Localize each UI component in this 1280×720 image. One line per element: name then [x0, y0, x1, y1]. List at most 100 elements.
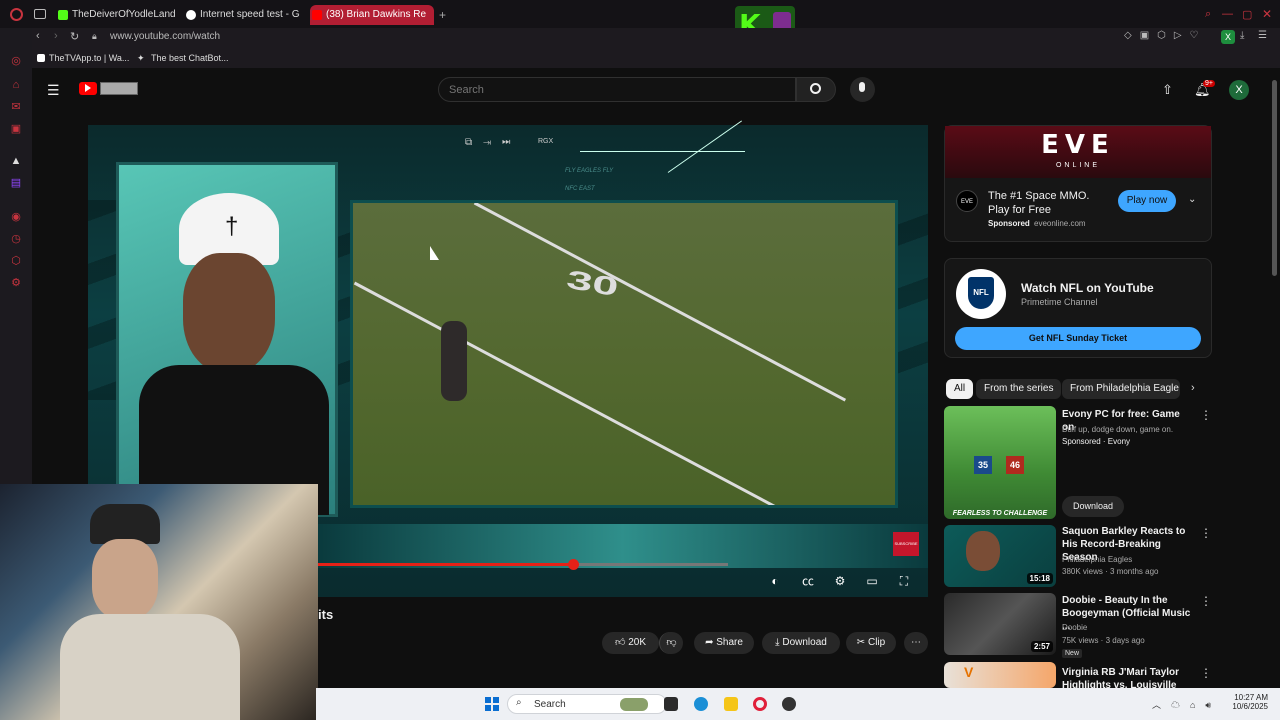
clock-time: 10:27 AM	[1234, 693, 1268, 702]
share-label: Share	[716, 637, 743, 648]
player-icon[interactable]: ◉	[9, 210, 23, 224]
channel-logo-badge	[100, 82, 138, 95]
messenger-icon[interactable]: ✉	[9, 100, 23, 114]
search-button[interactable]	[796, 77, 836, 102]
history-icon[interactable]: ◷	[9, 232, 23, 246]
more-actions-button[interactable]: ⋯	[904, 632, 928, 654]
field-number: 30	[564, 263, 621, 303]
search-box[interactable]	[438, 77, 796, 102]
tab-label: TheDeiverOfYodleLand V	[72, 9, 176, 20]
taskbar-clock[interactable]: 10:27 AM 10/6/2025	[1232, 693, 1268, 711]
tab-speedtest[interactable]: Internet speed test - Goo	[184, 5, 300, 25]
eve-ad-headline[interactable]: The #1 Space MMO. Play for Free	[988, 189, 1112, 217]
download-button[interactable]: ⤓ Download	[762, 632, 840, 654]
download-arrow-icon: ⤓	[775, 637, 780, 648]
task-view-icon[interactable]	[664, 697, 678, 711]
overlay-text-2: NFC EAST	[565, 186, 595, 192]
taskbar-search-icon: ⌕	[516, 697, 522, 708]
more-options-icon[interactable]: ⋮	[1200, 408, 1212, 422]
fullscreen-icon[interactable]: ⛶	[896, 574, 912, 588]
youtube-logo-icon[interactable]	[79, 82, 97, 95]
edge-icon[interactable]	[694, 697, 708, 711]
search-tabs-icon[interactable]: ⌕	[1205, 8, 1211, 21]
play-now-button[interactable]: Play now	[1118, 190, 1176, 212]
streamer-webcam-overlay	[0, 484, 318, 720]
recommendation-thumbnail[interactable]: V	[944, 662, 1056, 688]
thumb-number-badge: 35	[974, 456, 992, 474]
get-nfl-sunday-ticket-button[interactable]: Get NFL Sunday Ticket	[955, 327, 1201, 350]
notification-count-badge: 9+	[1203, 80, 1215, 87]
settings-icon[interactable]: ⚙	[9, 276, 23, 290]
recommendation-download-button[interactable]: Download	[1062, 496, 1124, 517]
reload-icon[interactable]: ↻	[70, 30, 79, 43]
extensions-icon[interactable]: ⬡	[9, 254, 23, 268]
taskbar-search[interactable]: ⌕ Search	[507, 694, 667, 714]
file-explorer-icon[interactable]	[724, 697, 738, 711]
dislike-button[interactable]: 👎︎	[659, 632, 683, 654]
windows-start-icon[interactable]	[485, 697, 499, 711]
twitch-icon[interactable]: ▤	[9, 176, 23, 190]
streamer-cap	[90, 504, 160, 544]
new-tab-icon[interactable]: +	[439, 8, 446, 22]
system-tray-icons[interactable]: ︿☁⌂🔊︎	[1152, 698, 1221, 711]
eve-ad-domain: eveonline.com	[1034, 219, 1086, 228]
tab-overview-icon[interactable]	[34, 9, 46, 19]
url-field[interactable]: www.youtube.com/watch	[110, 31, 220, 42]
recommendation-thumbnail[interactable]: 15:18	[944, 525, 1056, 587]
chip-from-the-series[interactable]: From the series	[976, 379, 1062, 399]
address-bar-actions[interactable]: ◇▣⬡▷♡	[1124, 30, 1207, 41]
maximize-icon[interactable]: ▢	[1242, 8, 1252, 21]
share-button[interactable]: ➦ Share	[694, 632, 754, 654]
profile-avatar-icon[interactable]: X	[1221, 30, 1235, 44]
obs-icon[interactable]	[782, 697, 796, 711]
download-icon[interactable]: ⤓	[1240, 30, 1244, 41]
settings-gear-icon[interactable]: ⚙	[832, 574, 848, 588]
bookmark-chatbot[interactable]: The best ChatBot...	[151, 53, 229, 63]
recommendation-thumbnail[interactable]: 35 46 FEARLESS TO CHALLENGE	[944, 406, 1056, 519]
recommendation-channel[interactable]: Philadelphia Eagles	[1062, 555, 1132, 564]
theater-mode-icon[interactable]: ▭	[864, 574, 880, 588]
chip-all[interactable]: All	[946, 379, 974, 399]
recommendation-thumbnail[interactable]: 2:57	[944, 593, 1056, 655]
account-avatar[interactable]: X	[1229, 80, 1249, 100]
chips-next-chevron-icon[interactable]: ›	[1191, 382, 1195, 394]
minimize-icon[interactable]: —	[1222, 8, 1233, 20]
streamer-shirt	[60, 614, 240, 720]
autoplay-toggle-icon[interactable]: ◐	[765, 574, 785, 588]
search-input[interactable]	[449, 82, 779, 98]
aria-icon[interactable]: ▲	[9, 154, 23, 168]
nfl-promo-subtitle: Primetime Channel	[1021, 297, 1098, 307]
progress-scrubber[interactable]	[568, 559, 579, 570]
voice-search-button[interactable]	[850, 77, 875, 102]
chip-from-philadelphia-eagles[interactable]: From Philadelphia Eagle	[1062, 379, 1180, 399]
bookmarks-icon[interactable]: ⌂	[9, 78, 23, 92]
eve-banner[interactable]: EVE ONLINE	[945, 126, 1211, 178]
google-favicon-icon	[186, 10, 196, 20]
ad-expand-chevron-icon[interactable]: ⌄	[1188, 194, 1196, 205]
close-icon[interactable]: ✕	[1262, 7, 1272, 21]
upload-icon[interactable]: ⇧	[1162, 82, 1173, 98]
bookmark-tvapp[interactable]: TheTVApp.to | Wa...	[49, 53, 129, 63]
more-options-icon[interactable]: ⋮	[1200, 666, 1212, 680]
thumb-number-badge: 46	[1006, 456, 1024, 474]
easy-setup-icon[interactable]: ☰	[1258, 30, 1267, 41]
captions-icon[interactable]: ㏄	[800, 574, 816, 588]
share-icon: ➦	[705, 637, 714, 648]
like-button[interactable]: 👍︎ 20K	[602, 632, 659, 654]
tab-kick[interactable]: TheDeiverOfYodleLand V	[56, 5, 176, 25]
more-options-icon[interactable]: ⋮	[1200, 526, 1212, 540]
opera-taskbar-icon[interactable]	[753, 697, 767, 711]
recommendation-channel[interactable]: Doobie	[1062, 623, 1087, 632]
back-icon[interactable]: ‹	[36, 30, 40, 42]
page-scrollbar-thumb[interactable]	[1272, 80, 1277, 276]
clip-button[interactable]: ✂ Clip	[846, 632, 896, 654]
recommendation-meta: 75K views · 3 days ago	[1062, 636, 1145, 645]
more-options-icon[interactable]: ⋮	[1200, 594, 1212, 608]
guide-menu-icon[interactable]: ☰	[47, 82, 60, 99]
yard-line	[353, 281, 797, 505]
speed-dial-icon[interactable]: ◎	[9, 54, 23, 68]
opera-menu-icon[interactable]	[10, 8, 23, 21]
forward-icon[interactable]: ›	[54, 30, 58, 42]
instagram-icon[interactable]: ▣	[9, 122, 23, 136]
tab-youtube-active[interactable]: (38) Brian Dawkins Re	[310, 5, 434, 25]
